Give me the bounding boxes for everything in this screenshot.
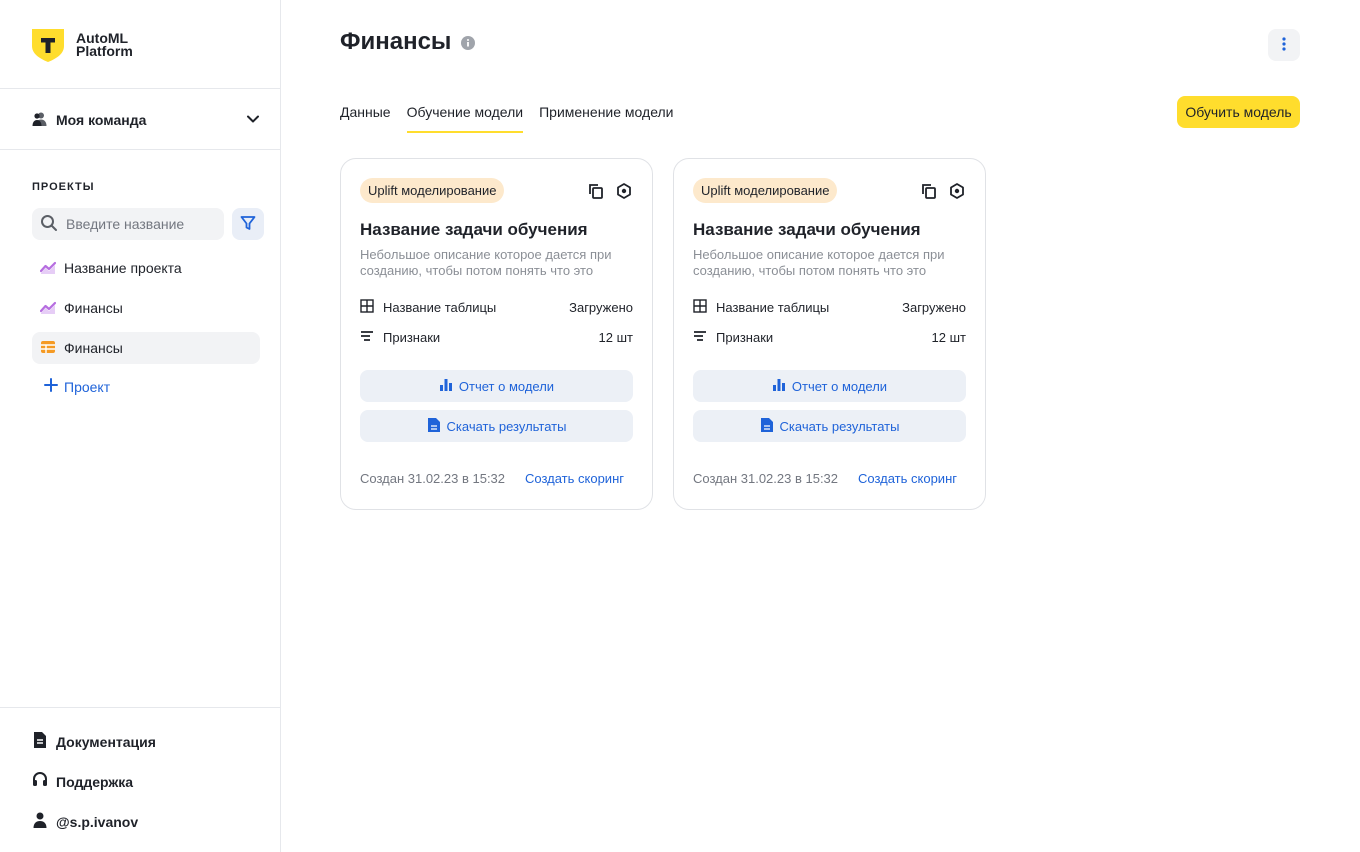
headset-icon	[32, 771, 48, 792]
features-count: 12 шт	[931, 329, 966, 345]
tab-model-application[interactable]: Применение модели	[539, 104, 673, 133]
file-download-icon	[427, 417, 441, 436]
logo-text: AutoML Platform	[76, 31, 133, 59]
task-title: Название задачи обучения	[693, 220, 921, 239]
model-report-label: Отчет о модели	[458, 378, 555, 394]
file-download-icon	[760, 417, 774, 436]
table-name: Название таблицы	[383, 299, 497, 315]
task-description: Небольшое описание которое дается при со…	[360, 247, 612, 278]
team-icon	[32, 111, 48, 130]
grid-icon	[360, 298, 374, 316]
filter-button[interactable]	[232, 208, 264, 240]
download-results-label: Скачать результаты	[446, 418, 567, 434]
model-report-label: Отчет о модели	[791, 378, 888, 394]
create-scoring-link[interactable]: Создать скоринг	[858, 471, 957, 486]
train-model-button[interactable]: Обучить модель	[1177, 96, 1300, 128]
add-project-label: Проект	[64, 378, 111, 395]
created-timestamp: Создан 31.02.23 в 15:32	[360, 471, 506, 486]
task-description: Небольшое описание которое дается при со…	[693, 247, 945, 278]
download-results-label: Скачать результаты	[779, 418, 900, 434]
task-type-badge: Uplift моделирование	[693, 178, 838, 203]
settings-icon[interactable]	[948, 182, 966, 200]
tab-model-training[interactable]: Обучение модели	[406, 104, 524, 133]
chart-line-icon	[39, 299, 57, 318]
features-row: Признаки 12 шт	[360, 328, 633, 346]
download-results-button[interactable]: Скачать результаты	[360, 410, 633, 442]
task-title: Название задачи обучения	[360, 220, 588, 239]
features-list-icon	[693, 329, 707, 346]
bar-chart-icon	[439, 378, 453, 395]
sidebar-user-profile[interactable]: @s.p.ivanov	[32, 811, 138, 832]
chevron-down-icon[interactable]	[246, 112, 260, 129]
projects-heading: ПРОЕКТЫ	[32, 181, 95, 193]
logo-line2: Platform	[76, 43, 133, 59]
chart-line-icon	[39, 259, 57, 278]
model-report-button[interactable]: Отчет о модели	[360, 370, 633, 402]
sidebar-item-project[interactable]: Название проекта	[32, 252, 260, 284]
settings-icon[interactable]	[615, 182, 633, 200]
project-search[interactable]	[32, 208, 224, 240]
sidebar-item-label: Финансы	[64, 340, 123, 356]
tabs: Данные Обучение модели Применение модели	[340, 104, 674, 133]
training-task-card: Uplift моделирование Название задачи обу…	[340, 158, 653, 510]
task-type-badge: Uplift моделирование	[360, 178, 505, 203]
kebab-menu-icon	[1282, 36, 1286, 54]
divider	[0, 149, 280, 150]
training-task-card: Uplift моделирование Название задачи обу…	[673, 158, 986, 510]
sidebar-docs-link[interactable]: Документация	[32, 731, 156, 752]
sidebar-support-link[interactable]: Поддержка	[32, 771, 133, 792]
download-results-button[interactable]: Скачать результаты	[693, 410, 966, 442]
table-icon	[40, 339, 56, 358]
created-timestamp: Создан 31.02.23 в 15:32	[693, 471, 839, 486]
features-list-icon	[360, 329, 374, 346]
tab-data[interactable]: Данные	[340, 104, 391, 133]
page-title: Финансы	[340, 28, 452, 55]
sidebar-item-label: Финансы	[64, 300, 123, 316]
support-label: Поддержка	[56, 773, 134, 790]
plus-icon	[44, 378, 58, 395]
document-icon	[32, 731, 48, 752]
logo[interactable]: AutoML Platform	[32, 28, 133, 62]
table-name: Название таблицы	[716, 299, 830, 315]
more-menu-button[interactable]	[1268, 29, 1300, 61]
sidebar-item-finance[interactable]: Финансы	[32, 292, 260, 324]
table-status: Загружено	[569, 299, 633, 315]
sidebar: AutoML Platform Моя команда ПРОЕКТЫ Введ…	[0, 0, 281, 852]
table-status: Загружено	[902, 299, 966, 315]
sidebar-item-finance-active[interactable]: Финансы	[32, 332, 260, 364]
divider	[0, 707, 280, 708]
features-label: Признаки	[716, 329, 774, 345]
features-label: Признаки	[383, 329, 441, 345]
page-header: Финансы	[340, 28, 476, 56]
search-input[interactable]	[66, 216, 216, 232]
info-icon[interactable]	[461, 35, 476, 53]
divider	[0, 88, 280, 89]
main-content: Финансы Данные Обучение модели Применени…	[281, 0, 1360, 852]
table-row: Название таблицы Загружено	[360, 298, 633, 316]
create-scoring-link[interactable]: Создать скоринг	[525, 471, 624, 486]
features-count: 12 шт	[598, 329, 633, 345]
table-row: Название таблицы Загружено	[693, 298, 966, 316]
team-label: Моя команда	[56, 112, 147, 128]
filter-icon	[240, 215, 256, 234]
docs-label: Документация	[56, 733, 156, 750]
sidebar-item-label: Название проекта	[64, 260, 182, 276]
model-report-button[interactable]: Отчет о модели	[693, 370, 966, 402]
logo-shield-icon	[32, 28, 64, 62]
bar-chart-icon	[772, 378, 786, 395]
user-label: @s.p.ivanov	[56, 813, 139, 830]
search-icon	[40, 214, 58, 235]
copy-icon[interactable]	[587, 182, 605, 200]
add-project-button[interactable]: Проект	[44, 378, 110, 395]
team-selector[interactable]: Моя команда	[32, 108, 260, 132]
copy-icon[interactable]	[920, 182, 938, 200]
grid-icon	[693, 298, 707, 316]
user-icon	[32, 811, 48, 832]
features-row: Признаки 12 шт	[693, 328, 966, 346]
